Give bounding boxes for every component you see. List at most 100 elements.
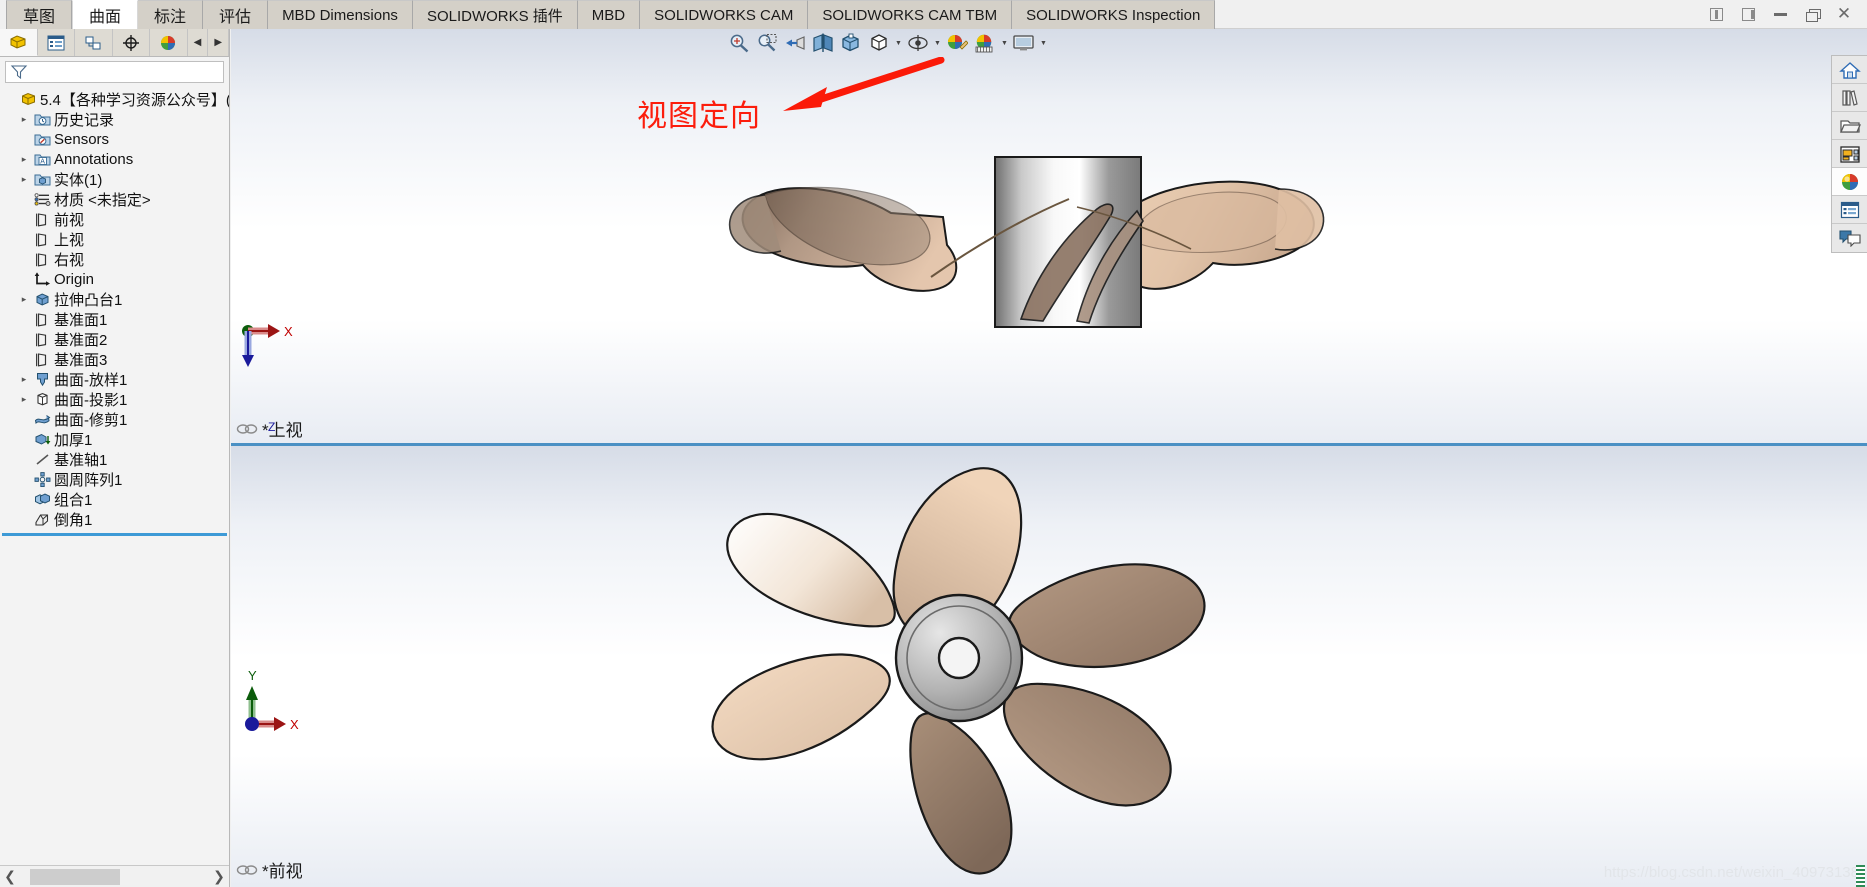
solidworks-resources-icon[interactable] <box>1832 56 1867 84</box>
property-manager-tab[interactable] <box>37 29 76 56</box>
filter-funnel-icon <box>10 65 28 80</box>
tree-item-5[interactable]: 材质 <未指定> <box>0 189 229 209</box>
ribbon-tab-0[interactable]: 草图 <box>6 0 73 29</box>
display-style-icon[interactable] <box>866 30 892 56</box>
tree-item-1[interactable]: ▸ 历史记录 <box>0 109 229 129</box>
restore-icon[interactable] <box>1801 4 1823 26</box>
minimize-icon[interactable] <box>1769 4 1791 26</box>
viewport-top-label: *上视 <box>262 421 303 440</box>
tree-expand-toggle[interactable]: ▸ <box>16 374 32 385</box>
zoom-to-fit-icon[interactable] <box>726 30 752 56</box>
tree-item-18[interactable]: 基准轴1 <box>0 449 229 469</box>
tree-filter-bar[interactable] <box>5 61 224 83</box>
tree-item-label: 基准面3 <box>54 351 108 369</box>
scroll-left-arrow[interactable]: ❮ <box>0 868 20 885</box>
tree-item-17[interactable]: 加厚1 <box>0 429 229 449</box>
dimxpert-manager-tab[interactable] <box>112 29 151 56</box>
tree-expand-toggle[interactable]: ▸ <box>16 174 32 185</box>
tree-item-label: 前视 <box>54 211 85 229</box>
tree-item-label: 曲面-放样1 <box>54 371 128 389</box>
apply-scene-icon[interactable] <box>972 30 998 56</box>
scroll-thumb[interactable] <box>30 868 120 885</box>
solidworks-forum-icon[interactable] <box>1832 224 1867 252</box>
viewport-bottom-label-group: *前视 <box>236 857 303 882</box>
tree-item-label: Annotations <box>54 150 134 168</box>
view-palette-icon[interactable] <box>1832 140 1867 168</box>
configuration-manager-tab[interactable] <box>75 29 113 56</box>
window-controls: ✕ <box>1705 0 1867 29</box>
previous-view-icon[interactable] <box>782 30 808 56</box>
edit-appearance-icon[interactable] <box>944 30 970 56</box>
tree-item-label: 拉伸凸台1 <box>54 291 123 309</box>
ribbon-tab-8[interactable]: SOLIDWORKS CAM TBM <box>808 0 1013 29</box>
rollback-bar[interactable] <box>2 533 227 536</box>
sensors-folder-icon <box>32 132 52 147</box>
tree-item-9[interactable]: Origin <box>0 269 229 289</box>
scroll-right-arrow[interactable]: ❯ <box>209 868 229 885</box>
circular-pattern-icon <box>32 471 52 487</box>
manager-tab-next[interactable]: ▶ <box>208 29 229 56</box>
tree-item-12[interactable]: 基准面2 <box>0 329 229 349</box>
ribbon-tab-2[interactable]: 标注 <box>138 0 204 29</box>
chevron-down-icon[interactable]: ▼ <box>894 30 903 56</box>
tree-item-4[interactable]: ▸ 实体(1) <box>0 169 229 189</box>
tree-item-21[interactable]: 倒角1 <box>0 509 229 529</box>
ribbon-tab-6[interactable]: MBD <box>577 0 641 29</box>
tree-item-13[interactable]: 基准面3 <box>0 349 229 369</box>
tree-item-19[interactable]: 圆周阵列1 <box>0 469 229 489</box>
view-orientation-icon[interactable] <box>838 30 864 56</box>
tree-item-16[interactable]: 曲面-修剪1 <box>0 409 229 429</box>
ribbon-tab-1[interactable]: 曲面 <box>72 0 139 29</box>
tree-item-11[interactable]: 基准面1 <box>0 309 229 329</box>
tree-expand-toggle[interactable]: ▸ <box>16 394 32 405</box>
extrude-boss-icon <box>32 292 52 307</box>
custom-properties-icon[interactable] <box>1832 196 1867 224</box>
tree-expand-toggle[interactable]: ▸ <box>16 114 32 125</box>
restore-right-icon[interactable] <box>1737 4 1759 26</box>
viewport-bottom-label: *前视 <box>262 862 303 881</box>
thicken-icon <box>32 432 52 447</box>
combine-icon <box>32 492 52 507</box>
svg-text:Y: Y <box>248 668 257 683</box>
ribbon-tab-3[interactable]: 评估 <box>203 0 269 29</box>
tree-item-0[interactable]: 5.4【各种学习资源公众号】( <box>0 89 229 109</box>
tree-item-8[interactable]: 右视 <box>0 249 229 269</box>
tree-horizontal-scrollbar[interactable]: ❮ ❯ <box>0 865 229 887</box>
viewport-top[interactable]: X *上视 Z <box>231 29 1867 444</box>
zoom-to-area-icon[interactable] <box>754 30 780 56</box>
display-manager-tab[interactable] <box>150 29 188 56</box>
viewport-bottom[interactable]: Y X *前视 <box>231 446 1867 887</box>
close-icon[interactable]: ✕ <box>1833 4 1855 26</box>
tree-item-2[interactable]: Sensors <box>0 129 229 149</box>
feature-tree[interactable]: 5.4【各种学习资源公众号】(▸ 历史记录 Sensors ▸ A Annotations… <box>0 85 229 865</box>
feature-manager-tab[interactable] <box>0 29 38 56</box>
ribbon-tab-7[interactable]: SOLIDWORKS CAM <box>640 0 809 29</box>
tree-expand-toggle[interactable]: ▸ <box>16 154 32 165</box>
tree-item-15[interactable]: ▸ 曲面-投影1 <box>0 389 229 409</box>
svg-text:A: A <box>40 158 45 165</box>
appearances-scenes-icon[interactable] <box>1832 168 1867 196</box>
ribbon-tab-9[interactable]: SOLIDWORKS Inspection <box>1012 0 1216 29</box>
chevron-down-icon[interactable]: ▼ <box>1039 30 1048 56</box>
tree-item-7[interactable]: 上视 <box>0 229 229 249</box>
tree-item-14[interactable]: ▸ 曲面-放样1 <box>0 369 229 389</box>
chevron-down-icon[interactable]: ▼ <box>933 30 942 56</box>
tree-item-20[interactable]: 组合1 <box>0 489 229 509</box>
tree-expand-toggle[interactable]: ▸ <box>16 294 32 305</box>
scroll-track[interactable] <box>20 868 209 885</box>
heads-up-view-toolbar: ▼ ▼ ▼ ▼ <box>726 29 1048 57</box>
view-settings-icon[interactable] <box>1011 30 1037 56</box>
tree-item-6[interactable]: 前视 <box>0 209 229 229</box>
ribbon-tab-5[interactable]: SOLIDWORKS 插件 <box>412 0 578 29</box>
graphics-area[interactable]: X *上视 Z Y X *前视 ▼ ▼ ▼ ▼ 视图定向 https://blo… <box>231 29 1867 887</box>
section-view-icon[interactable] <box>810 30 836 56</box>
hide-show-items-icon[interactable] <box>905 30 931 56</box>
restore-left-icon[interactable] <box>1705 4 1727 26</box>
chevron-down-icon[interactable]: ▼ <box>1000 30 1009 56</box>
design-library-icon[interactable] <box>1832 84 1867 112</box>
tree-item-3[interactable]: ▸ A Annotations <box>0 149 229 169</box>
ribbon-tab-4[interactable]: MBD Dimensions <box>268 0 413 29</box>
manager-tab-prev[interactable]: ◀ <box>187 29 209 56</box>
file-explorer-icon[interactable] <box>1832 112 1867 140</box>
tree-item-10[interactable]: ▸ 拉伸凸台1 <box>0 289 229 309</box>
